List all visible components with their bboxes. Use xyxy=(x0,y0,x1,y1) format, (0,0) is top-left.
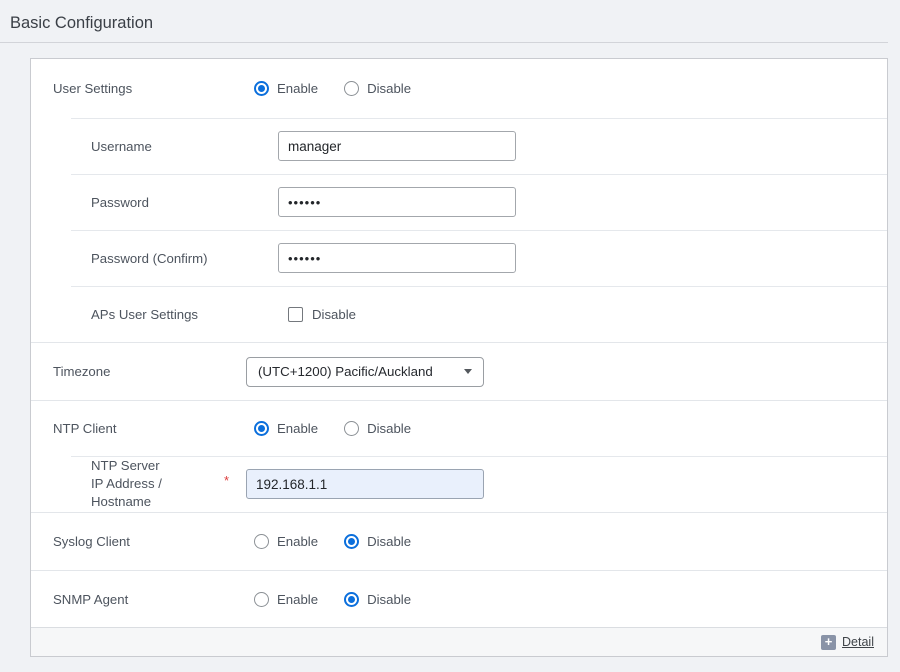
disable-label: Disable xyxy=(367,534,411,549)
user-settings-disable-option[interactable]: Disable xyxy=(344,81,411,96)
ntp-server-input[interactable] xyxy=(246,469,484,499)
ntp-server-label-line2: IP Address / Hostname xyxy=(91,475,224,511)
panel-footer: + Detail xyxy=(31,627,887,656)
plus-icon: + xyxy=(821,635,836,650)
row-snmp-agent: SNMP Agent Enable Disable xyxy=(31,570,887,627)
username-label: Username xyxy=(31,139,278,154)
password-confirm-label: Password (Confirm) xyxy=(31,251,278,266)
radio-unchecked-icon[interactable] xyxy=(344,421,359,436)
detail-link[interactable]: + Detail xyxy=(821,635,874,650)
ntp-client-disable-option[interactable]: Disable xyxy=(344,421,411,436)
row-username: Username xyxy=(31,118,887,174)
enable-label: Enable xyxy=(277,534,318,549)
timezone-select[interactable]: (UTC+1200) Pacific/Auckland xyxy=(246,357,484,387)
aps-disable-option[interactable]: Disable xyxy=(288,307,356,322)
timezone-selected-value: (UTC+1200) Pacific/Auckland xyxy=(258,364,433,379)
snmp-agent-label: SNMP Agent xyxy=(31,592,246,607)
syslog-client-radio-group: Enable Disable xyxy=(254,534,437,549)
page-title: Basic Configuration xyxy=(10,14,888,33)
ntp-client-label: NTP Client xyxy=(31,421,246,436)
disable-label: Disable xyxy=(367,421,411,436)
ntp-client-enable-option[interactable]: Enable xyxy=(254,421,318,436)
enable-label: Enable xyxy=(277,421,318,436)
row-ntp-client: NTP Client Enable Disable xyxy=(31,400,887,456)
password-label: Password xyxy=(31,195,278,210)
enable-label: Enable xyxy=(277,592,318,607)
radio-checked-icon[interactable] xyxy=(254,421,269,436)
aps-disable-label: Disable xyxy=(312,307,356,322)
ntp-server-label-line1: NTP Server xyxy=(91,457,224,475)
basic-configuration-panel: User Settings Enable Disable Username Pa… xyxy=(30,58,888,657)
row-password: Password xyxy=(31,174,887,230)
row-password-confirm: Password (Confirm) xyxy=(31,230,887,286)
password-confirm-input[interactable] xyxy=(278,243,516,273)
row-aps-user-settings: APs User Settings Disable xyxy=(31,286,887,342)
disable-label: Disable xyxy=(367,81,411,96)
user-settings-enable-option[interactable]: Enable xyxy=(254,81,318,96)
radio-checked-icon[interactable] xyxy=(254,81,269,96)
radio-unchecked-icon[interactable] xyxy=(344,81,359,96)
password-input[interactable] xyxy=(278,187,516,217)
row-ntp-server: NTP Server IP Address / Hostname * xyxy=(31,456,887,512)
snmp-agent-radio-group: Enable Disable xyxy=(254,592,437,607)
radio-checked-icon[interactable] xyxy=(344,592,359,607)
user-settings-radio-group: Enable Disable xyxy=(254,81,437,96)
row-timezone: Timezone (UTC+1200) Pacific/Auckland xyxy=(31,342,887,400)
row-syslog-client: Syslog Client Enable Disable xyxy=(31,512,887,570)
row-user-settings: User Settings Enable Disable xyxy=(31,59,887,118)
disable-label: Disable xyxy=(367,592,411,607)
snmp-disable-option[interactable]: Disable xyxy=(344,592,411,607)
syslog-client-label: Syslog Client xyxy=(31,534,246,549)
radio-unchecked-icon[interactable] xyxy=(254,592,269,607)
snmp-enable-option[interactable]: Enable xyxy=(254,592,318,607)
syslog-disable-option[interactable]: Disable xyxy=(344,534,411,549)
radio-unchecked-icon[interactable] xyxy=(254,534,269,549)
ntp-server-label: NTP Server IP Address / Hostname xyxy=(31,457,224,511)
user-settings-label: User Settings xyxy=(31,81,246,96)
enable-label: Enable xyxy=(277,81,318,96)
checkbox-unchecked-icon[interactable] xyxy=(288,307,303,322)
syslog-enable-option[interactable]: Enable xyxy=(254,534,318,549)
aps-user-settings-label: APs User Settings xyxy=(31,307,278,322)
required-asterisk: * xyxy=(224,473,246,488)
radio-checked-icon[interactable] xyxy=(344,534,359,549)
username-input[interactable] xyxy=(278,131,516,161)
ntp-client-radio-group: Enable Disable xyxy=(254,421,437,436)
detail-link-label: Detail xyxy=(842,635,874,649)
chevron-down-icon xyxy=(464,369,472,374)
timezone-label: Timezone xyxy=(31,364,246,379)
page-header: Basic Configuration xyxy=(0,0,888,43)
